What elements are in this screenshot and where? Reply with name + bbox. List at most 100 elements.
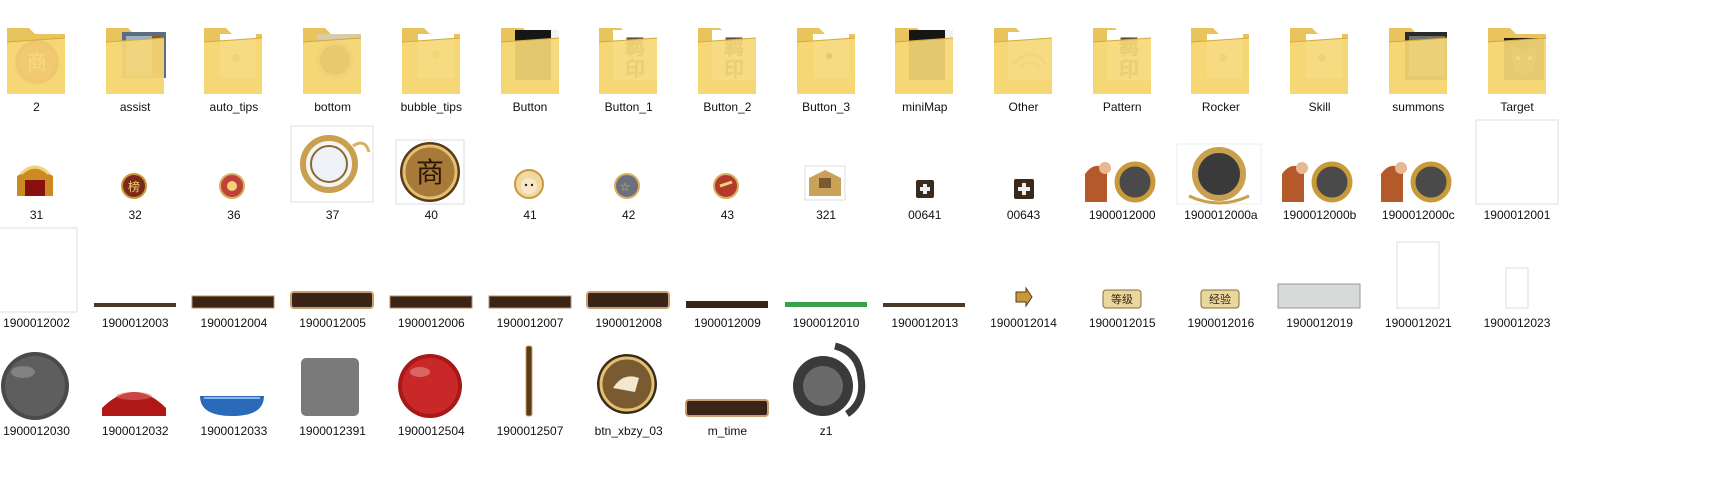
file-item[interactable]: 1900012007 [481, 224, 580, 332]
image-thumbnail-icon [1073, 116, 1172, 208]
svg-text:经验: 经验 [1209, 292, 1231, 306]
folder-item[interactable]: 羁印 Button_1 [579, 8, 678, 116]
item-label: btn_xbzy_03 [594, 424, 663, 438]
file-item[interactable]: 1900012021 [1369, 224, 1468, 332]
image-thumbnail-icon [283, 116, 382, 208]
file-item[interactable]: 1900012009 [678, 224, 777, 332]
file-item[interactable]: 1900012013 [875, 224, 974, 332]
image-thumbnail-icon [1270, 116, 1369, 208]
item-label: 1900012032 [101, 424, 169, 438]
image-thumbnail-icon [1171, 116, 1270, 208]
file-item[interactable]: 1900012032 [86, 332, 185, 440]
folder-icon: 商 [0, 8, 86, 100]
file-item[interactable]: 37 [283, 116, 382, 224]
folder-item[interactable]: Other [974, 8, 1073, 116]
folder-item[interactable]: assist [86, 8, 185, 116]
folder-icon [1270, 8, 1369, 100]
file-item[interactable]: 00641 [875, 116, 974, 224]
image-thumbnail-icon [875, 224, 974, 316]
file-item[interactable]: 43 [678, 116, 777, 224]
folder-icon: 羁印 [1073, 8, 1172, 100]
file-item[interactable]: 36 [184, 116, 283, 224]
file-item[interactable]: 1900012019 [1270, 224, 1369, 332]
file-item[interactable]: 1900012002 [0, 224, 86, 332]
file-item[interactable]: 1900012005 [283, 224, 382, 332]
item-label: 43 [720, 208, 735, 222]
folder-item[interactable]: auto_tips [184, 8, 283, 116]
folder-icon: 羁印 [579, 8, 678, 100]
item-label: 1900012001 [1483, 208, 1551, 222]
file-item[interactable]: 榜 32 [86, 116, 185, 224]
svg-text:商: 商 [416, 156, 444, 189]
folder-item[interactable]: Button [481, 8, 580, 116]
folder-item[interactable]: Rocker [1171, 8, 1270, 116]
folder-item[interactable]: summons [1369, 8, 1468, 116]
file-item[interactable]: z1 [777, 332, 876, 440]
file-item[interactable]: 00643 [974, 116, 1073, 224]
item-label: 00641 [908, 208, 942, 222]
item-label: 1900012010 [792, 316, 860, 330]
folder-icon [1171, 8, 1270, 100]
item-label: 1900012033 [200, 424, 268, 438]
image-thumbnail-icon [777, 332, 876, 424]
file-item[interactable]: 经验 1900012016 [1171, 224, 1270, 332]
file-item[interactable]: 1900012000a [1171, 116, 1270, 224]
item-label: z1 [819, 424, 833, 438]
image-thumbnail-icon [579, 224, 678, 316]
item-label: Button [512, 100, 548, 114]
image-thumbnail-icon [1369, 224, 1468, 316]
folder-item[interactable]: bottom [283, 8, 382, 116]
file-item[interactable]: 1900012003 [86, 224, 185, 332]
file-item[interactable]: 1900012504 [382, 332, 481, 440]
image-thumbnail-icon [184, 116, 283, 208]
item-label: 1900012015 [1088, 316, 1156, 330]
folder-item[interactable]: miniMap [875, 8, 974, 116]
file-item[interactable]: ☆ 42 [579, 116, 678, 224]
image-thumbnail-icon [678, 224, 777, 316]
file-item[interactable]: m_time [678, 332, 777, 440]
file-item[interactable]: 1900012391 [283, 332, 382, 440]
image-thumbnail-icon [0, 332, 86, 424]
file-item[interactable]: 1900012033 [184, 332, 283, 440]
file-item[interactable]: 1900012000c [1369, 116, 1468, 224]
file-item[interactable]: 1900012004 [184, 224, 283, 332]
folder-icon: 羁印 [678, 8, 777, 100]
file-item[interactable]: 31 [0, 116, 86, 224]
folder-item[interactable]: 商 2 [0, 8, 86, 116]
file-item[interactable]: 1900012001 [1468, 116, 1567, 224]
file-item[interactable]: 1900012014 [974, 224, 1073, 332]
file-item[interactable]: 1900012006 [382, 224, 481, 332]
image-thumbnail-icon [875, 116, 974, 208]
image-thumbnail-icon [1270, 224, 1369, 316]
folder-item[interactable]: bubble_tips [382, 8, 481, 116]
file-item[interactable]: 1900012023 [1468, 224, 1567, 332]
file-item[interactable]: 等级 1900012015 [1073, 224, 1172, 332]
file-item[interactable]: btn_xbzy_03 [579, 332, 678, 440]
image-thumbnail-icon [974, 116, 1073, 208]
image-thumbnail-icon [678, 116, 777, 208]
item-label: assist [119, 100, 151, 114]
file-item[interactable]: 商 40 [382, 116, 481, 224]
item-label: 1900012004 [200, 316, 268, 330]
file-item[interactable]: 1900012010 [777, 224, 876, 332]
file-item[interactable]: 41 [481, 116, 580, 224]
file-item[interactable]: 1900012000 [1073, 116, 1172, 224]
item-label: 41 [523, 208, 537, 222]
file-item[interactable]: 1900012507 [481, 332, 580, 440]
folder-item[interactable]: Button_3 [777, 8, 876, 116]
item-label: 1900012008 [595, 316, 663, 330]
item-label: Pattern [1102, 100, 1142, 114]
folder-item[interactable]: Skill [1270, 8, 1369, 116]
file-item[interactable]: 1900012030 [0, 332, 86, 440]
folder-item[interactable]: 羁印 Pattern [1073, 8, 1172, 116]
image-thumbnail-icon [974, 224, 1073, 316]
item-label: 1900012507 [496, 424, 564, 438]
folder-item[interactable]: 羁印 Button_2 [678, 8, 777, 116]
file-item[interactable]: 1900012008 [579, 224, 678, 332]
file-item[interactable]: 1900012000b [1270, 116, 1369, 224]
item-label: 40 [424, 208, 438, 222]
folder-icon [777, 8, 876, 100]
item-label: 1900012005 [299, 316, 366, 330]
file-item[interactable]: 321 [777, 116, 876, 224]
folder-item[interactable]: Target [1468, 8, 1567, 116]
